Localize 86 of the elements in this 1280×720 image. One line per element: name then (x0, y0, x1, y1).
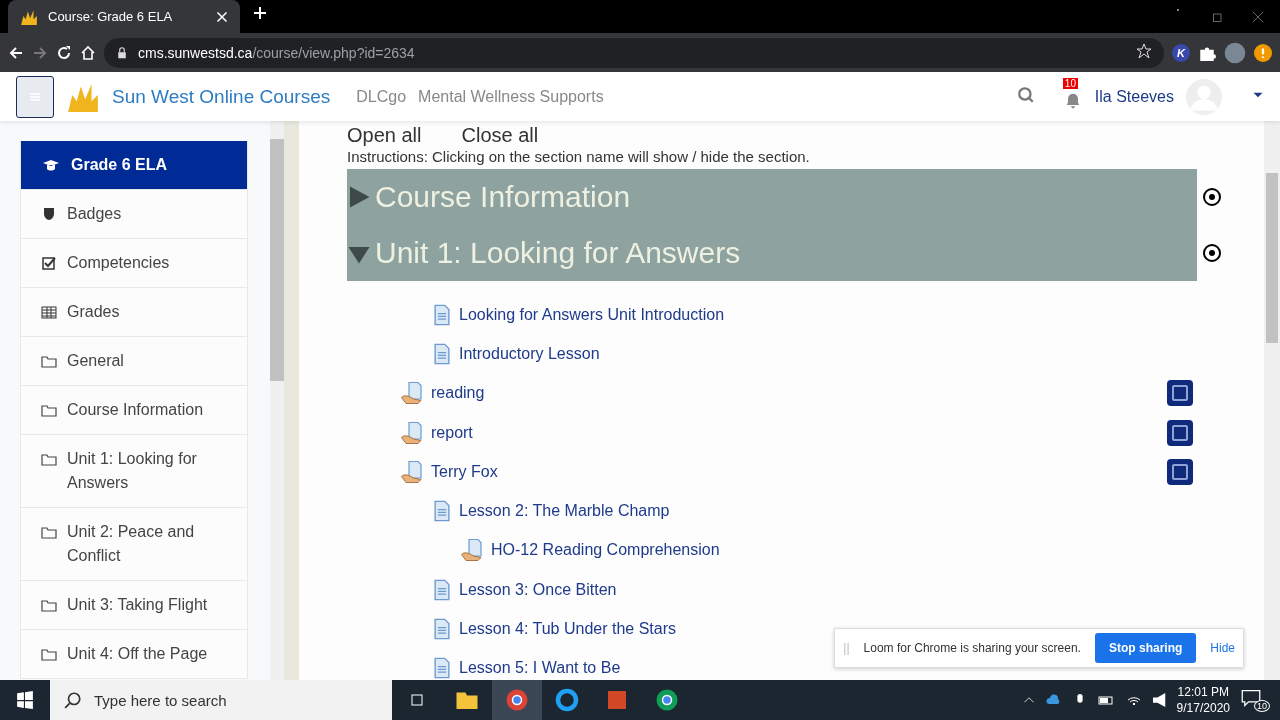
activity-link[interactable]: Terry Fox (431, 462, 498, 481)
sun-logo-icon (20, 7, 38, 26)
site-name[interactable]: Sun West Online Courses (112, 85, 331, 108)
browser-icon (555, 688, 579, 712)
completion-checkbox[interactable] (1167, 458, 1193, 485)
page-icon (431, 341, 453, 366)
activity-link[interactable]: report (431, 423, 473, 442)
activity-link[interactable]: Introductory Lesson (459, 344, 600, 363)
sidebar-item[interactable]: Badges (20, 190, 248, 239)
notification-badge: 10 (1062, 77, 1078, 89)
folder-icon (41, 646, 57, 662)
instructions: Instructions: Clicking on the section name will show / hide the section. (347, 147, 811, 167)
sidebar-item[interactable]: Competencies (20, 239, 248, 288)
alert-icon (1254, 43, 1272, 62)
close-icon (216, 10, 228, 23)
sidebar-item[interactable]: Grade 6 ELA (20, 141, 248, 190)
page-icon (431, 302, 453, 327)
sidebar-item[interactable]: Unit 2: Peace and Conflict (20, 508, 248, 581)
activity-link[interactable]: Lesson 4: Tub Under the Stars (459, 620, 676, 638)
forward-icon (32, 44, 48, 61)
user-name[interactable]: Ila Steeves (1094, 87, 1174, 106)
home-icon (80, 44, 96, 61)
task-view-icon (408, 692, 426, 708)
scrollbar[interactable] (1264, 121, 1280, 680)
hide-link[interactable]: Hide (1210, 641, 1235, 655)
page-icon (431, 577, 453, 602)
highlight-icon[interactable] (1203, 244, 1221, 262)
browser-icon (655, 688, 679, 712)
sidebar-item[interactable]: Grades (20, 288, 248, 337)
slides-app-icon (605, 688, 629, 712)
highlight-icon[interactable] (1203, 188, 1221, 206)
folder-icon (41, 597, 57, 613)
page-icon (431, 656, 453, 680)
sidebar-item[interactable]: Course Information (20, 386, 248, 435)
folder-icon (41, 402, 57, 418)
shield-icon (41, 206, 57, 222)
activity-link[interactable]: Lesson 5: I Want to Be (459, 659, 621, 678)
completion-checkbox[interactable] (1167, 419, 1193, 446)
page-icon (431, 617, 453, 641)
caret-right-icon (347, 185, 371, 209)
search-icon (1016, 85, 1035, 104)
speaker-icon (1152, 693, 1167, 707)
stop-sharing-button[interactable]: Stop sharing (1094, 633, 1197, 663)
table-icon (41, 304, 57, 320)
activity-link[interactable]: Lesson 2: The Marble Champ (459, 502, 670, 521)
sidebar-item[interactable]: Unit 4: Off the Page (20, 630, 248, 679)
folder-icon (41, 524, 57, 540)
folder-icon (41, 451, 57, 467)
file-icon (459, 538, 485, 563)
page-icon (431, 499, 453, 524)
address-bar[interactable]: cms.sunwestsd.ca/course/view.php?id=2634 (104, 37, 1164, 68)
avatar-icon (1224, 41, 1246, 64)
toggle-link[interactable]: Open all (347, 123, 422, 147)
browser-icon (505, 688, 529, 712)
star-icon (1136, 43, 1152, 59)
nav-link[interactable]: Mental Wellness Supports (418, 87, 604, 106)
sidebar-item[interactable]: Unit 1: Looking for Answers (20, 435, 248, 508)
browser-tab[interactable]: Course: Grade 6 ELA (8, 0, 240, 33)
taskbar-clock[interactable]: 12:01 PM 9/17/2020 (1176, 684, 1230, 716)
graduation-cap-icon (41, 157, 61, 173)
reload-icon (56, 44, 72, 61)
plus-icon (252, 5, 268, 21)
folder-icon (41, 353, 57, 369)
checkbox-icon (41, 255, 57, 271)
back-icon (8, 44, 24, 61)
file-icon (399, 459, 425, 484)
menu-button[interactable] (16, 75, 54, 118)
completion-checkbox[interactable] (1167, 380, 1193, 407)
activity-link[interactable]: reading (431, 384, 485, 403)
file-icon (399, 381, 425, 406)
windows-icon (16, 691, 34, 709)
lock-icon (116, 44, 128, 61)
taskbar-search-field[interactable]: Type here to search (50, 680, 392, 720)
toggle-link[interactable]: Close all (461, 123, 539, 147)
notification-count: 10 (1254, 700, 1270, 712)
extension-icon[interactable]: K (1172, 43, 1190, 62)
activity-link[interactable]: Looking for Answers Unit Introduction (459, 305, 725, 324)
file-icon (399, 420, 425, 445)
activity-link[interactable]: HO-12 Reading Comprehension (491, 541, 720, 560)
activity-link[interactable]: Lesson 3: Once Bitten (459, 580, 617, 599)
search-icon (64, 691, 82, 709)
nav-link[interactable]: DLCgo (356, 87, 407, 106)
share-message: Loom for Chrome is sharing your screen. (863, 641, 1081, 655)
sidebar-item[interactable]: General (20, 337, 248, 386)
scrollbar[interactable] (270, 121, 284, 680)
sidebar-item[interactable]: Unit 3: Taking Flight (20, 581, 248, 630)
